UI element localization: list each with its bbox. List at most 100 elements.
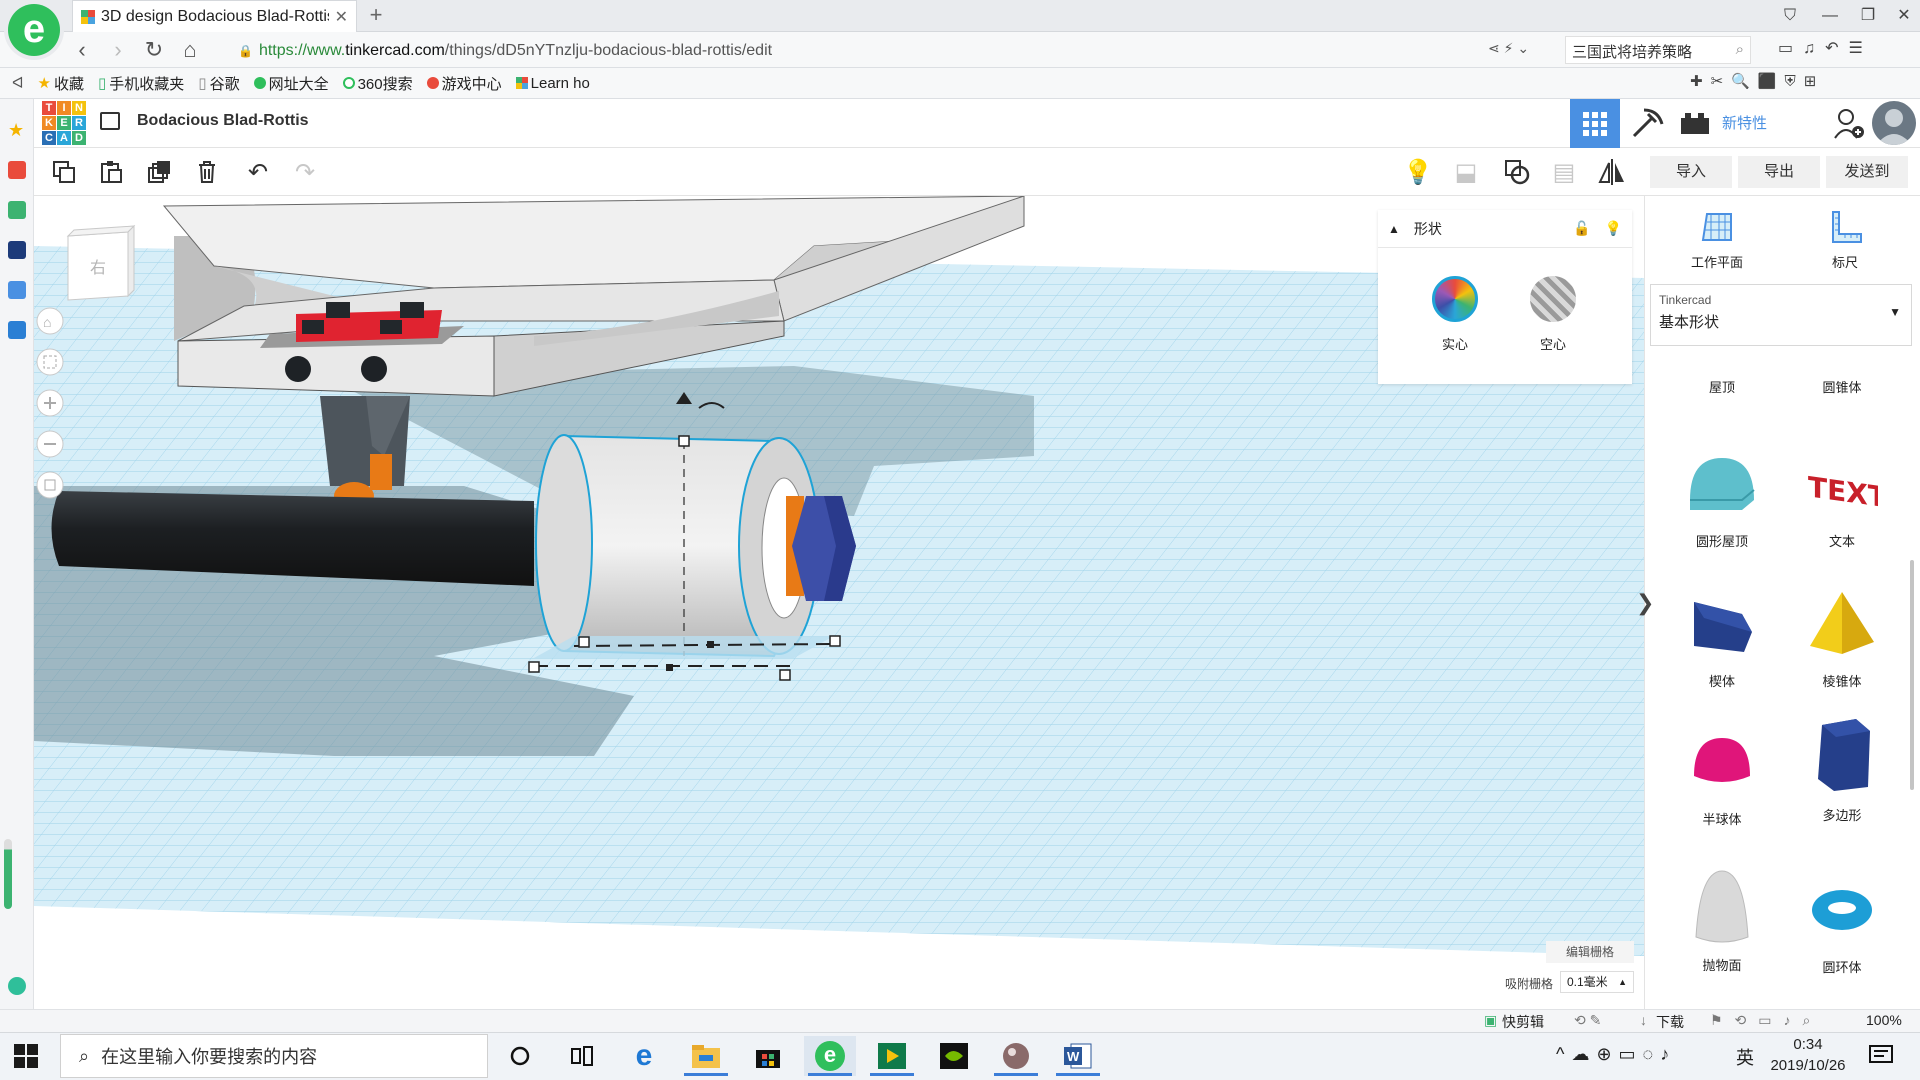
edge-browser-icon[interactable]: e <box>618 1036 670 1076</box>
expand-panel-chevron-icon[interactable]: ❯ <box>1636 590 1654 618</box>
shape-hemisphere[interactable]: 半球体 <box>1662 726 1782 828</box>
duplicate-icon[interactable] <box>143 156 175 188</box>
docs-icon[interactable] <box>8 281 26 299</box>
bricks-icon[interactable] <box>1678 108 1712 138</box>
design-list-icon[interactable] <box>100 112 120 130</box>
export-button[interactable]: 导出 <box>1738 156 1820 188</box>
marble-app-icon[interactable] <box>990 1036 1042 1076</box>
forward-button[interactable]: › <box>100 37 136 63</box>
file-explorer-icon[interactable] <box>680 1036 732 1076</box>
system-tray-icons[interactable]: ^☁⊕▭◌♪ <box>1556 1044 1676 1065</box>
weibo-icon[interactable] <box>8 161 26 179</box>
align-icon[interactable]: ▤ <box>1548 156 1580 188</box>
browser-search-input[interactable]: 三国武将培养策略 ⌕ <box>1565 36 1751 64</box>
bookmark-directory[interactable]: 网址大全 <box>253 73 329 94</box>
bookmark-learn[interactable]: Learn ho <box>515 75 590 92</box>
blocks-pickaxe-icon[interactable] <box>1628 104 1666 142</box>
notifications-icon[interactable] <box>1868 1044 1894 1066</box>
shape-library-select[interactable]: Tinkercad 基本形状 ▼ <box>1650 284 1912 346</box>
paste-icon[interactable] <box>95 156 127 188</box>
snap-grid-select[interactable]: 0.1毫米 ▲ <box>1560 971 1634 993</box>
shape-wedge[interactable]: 楔体 <box>1662 588 1782 690</box>
shape-pyramid[interactable]: 棱锥体 <box>1782 588 1902 690</box>
bookmark-games[interactable]: 游戏中心 <box>426 73 502 94</box>
word-icon[interactable]: W <box>1052 1036 1104 1076</box>
shape-cone[interactable]: 圆锥体 <box>1782 348 1902 396</box>
minimize-button[interactable]: — <box>1810 2 1850 30</box>
shape-text[interactable]: TEXT 文本 <box>1782 448 1902 550</box>
media-player-icon[interactable] <box>866 1036 918 1076</box>
toolbar-extension-icons[interactable]: ✚✂🔍⬛⛨⊞ <box>1690 72 1824 90</box>
video-icon[interactable] <box>8 321 26 339</box>
bookmark-favorites[interactable]: ★ 收藏 <box>38 73 84 94</box>
task-view-icon[interactable] <box>556 1036 608 1076</box>
shape-roof[interactable]: 屋顶 <box>1662 348 1782 396</box>
restore-button[interactable]: ❐ <box>1848 2 1888 30</box>
taskbar-clock[interactable]: 0:34 2019/10/26 <box>1758 1034 1858 1076</box>
360-browser-taskbar-icon[interactable]: e <box>804 1036 856 1076</box>
shapes-scrollbar[interactable] <box>1910 560 1914 790</box>
edit-grid-button[interactable]: 编辑栅格 <box>1546 941 1634 963</box>
bookmark-360search[interactable]: 360搜索 <box>342 73 413 94</box>
share-icon[interactable]: ⋖ ⚡ ⌄ <box>1488 40 1529 57</box>
collapse-sidebar-icon[interactable]: ᐊ <box>12 74 24 92</box>
show-hidden-icon[interactable]: 💡 <box>1402 156 1434 188</box>
browser-logo-icon[interactable]: e <box>8 4 60 56</box>
bookmark-google[interactable]: ▯ 谷歌 <box>198 73 239 94</box>
mirror-icon[interactable] <box>1596 156 1628 188</box>
design-title[interactable]: Bodacious Blad-Rottis <box>137 112 309 130</box>
browser-extension-icons[interactable]: ▭♫↶☰ <box>1778 38 1873 58</box>
shape-paraboloid[interactable]: 抛物面 <box>1662 858 1782 974</box>
undo-icon[interactable]: ↶ <box>242 156 274 188</box>
nvidia-icon[interactable] <box>928 1036 980 1076</box>
collapse-panel-icon[interactable]: ▲ <box>1388 222 1400 236</box>
download-button[interactable]: 下载 <box>1656 1012 1684 1032</box>
lock-icon[interactable]: 🔓 <box>1573 220 1590 237</box>
windows-start-icon[interactable] <box>14 1044 38 1068</box>
tinkercad-logo[interactable]: T I N K E R C A D <box>42 101 86 145</box>
assistant-icon[interactable] <box>8 977 26 995</box>
zoom-level[interactable]: 100% <box>1866 1012 1902 1028</box>
news-icon[interactable] <box>8 241 26 259</box>
ime-indicator[interactable]: 英 <box>1736 1044 1754 1070</box>
avatar[interactable] <box>1872 101 1916 145</box>
status-tool-icons[interactable]: ⟲ ✎ <box>1574 1012 1601 1029</box>
redo-icon[interactable]: ↷ <box>289 156 321 188</box>
quick-clip-button[interactable]: 快剪辑 <box>1502 1012 1544 1032</box>
ruler-tool[interactable]: 标尺 <box>1800 210 1890 271</box>
url-field[interactable]: 🔒 https://www.tinkercad.com/things/dD5nY… <box>238 40 772 62</box>
bookmark-mobile[interactable]: ▯ 手机收藏夹 <box>98 73 184 94</box>
shirt-icon[interactable]: ⛉ <box>1770 2 1810 30</box>
status-misc-icons[interactable]: ⚑⟲▭♪⌕ <box>1710 1012 1822 1029</box>
reload-button[interactable]: ↻ <box>136 37 172 63</box>
workplane-tool[interactable]: 工作平面 <box>1672 210 1762 271</box>
new-features-link[interactable]: 新特性 <box>1722 112 1767 133</box>
fit-view-icon[interactable] <box>36 348 64 376</box>
favorites-star-icon[interactable]: ★ <box>8 121 26 139</box>
close-window-button[interactable]: ✕ <box>1884 2 1920 30</box>
close-tab-icon[interactable]: ✕ <box>335 7 348 27</box>
hole-swatch[interactable] <box>1530 276 1576 322</box>
taskbar-search-input[interactable]: ⌕ 在这里输入你要搜索的内容 <box>60 1034 488 1078</box>
shape-round-roof[interactable]: 圆形屋顶 <box>1662 448 1782 550</box>
3d-view-button[interactable] <box>1570 99 1620 148</box>
store-icon[interactable] <box>742 1036 794 1076</box>
perspective-icon[interactable] <box>36 471 64 499</box>
visibility-bulb-icon[interactable]: 💡 <box>1605 220 1622 237</box>
back-button[interactable]: ‹ <box>64 37 100 63</box>
add-user-icon[interactable] <box>1832 106 1866 140</box>
copy-icon[interactable] <box>48 156 80 188</box>
new-tab-button[interactable]: + <box>362 2 390 30</box>
group-icon[interactable]: ⬓ <box>1450 156 1482 188</box>
cortana-icon[interactable] <box>494 1036 546 1076</box>
home-button[interactable]: ⌂ <box>172 37 208 63</box>
send-to-button[interactable]: 发送到 <box>1826 156 1908 188</box>
shape-polygon[interactable]: 多边形 <box>1782 708 1902 824</box>
search-icon[interactable]: ⌕ <box>1736 41 1744 58</box>
view-cube[interactable]: 右 <box>66 224 136 301</box>
solid-color-swatch[interactable] <box>1432 276 1478 322</box>
shape-torus[interactable]: 圆环体 <box>1782 874 1902 976</box>
import-button[interactable]: 导入 <box>1650 156 1732 188</box>
ungroup-icon[interactable] <box>1501 156 1533 188</box>
browser-tab[interactable]: 3D design Bodacious Blad-Rottis ✕ <box>72 0 357 32</box>
